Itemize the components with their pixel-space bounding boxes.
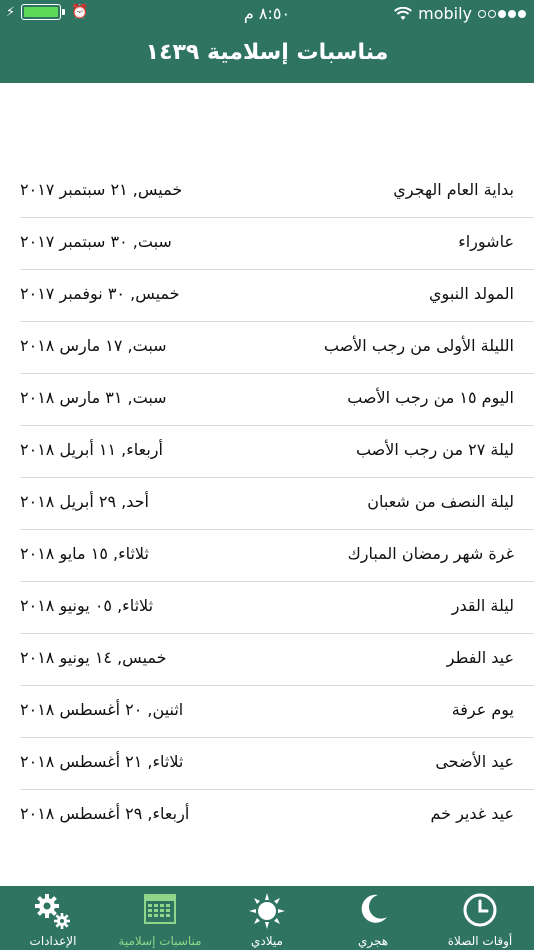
tab-label: هجري	[357, 934, 389, 948]
event-name: المولد النبوي	[429, 284, 514, 303]
events-list: بداية العام الهجري خميس, ٢١ سبتمبر ٢٠١٧ ع…	[0, 166, 534, 842]
tab-label: ميلادي	[251, 934, 283, 948]
event-date: أربعاء, ٢٩ أغسطس ٢٠١٨	[20, 804, 190, 823]
event-name: يوم عرفة	[451, 700, 514, 719]
list-item[interactable]: ليلة القدر ثلاثاء, ٠٥ يونيو ٢٠١٨	[20, 582, 534, 634]
event-name: عاشوراء	[458, 232, 514, 251]
page-title: مناسبات إسلامية ١٤٣٩	[145, 40, 389, 65]
event-name: عيد غدير خم	[430, 804, 514, 823]
tab-hijri[interactable]: هجري	[323, 886, 423, 950]
event-date: ثلاثاء, ٠٥ يونيو ٢٠١٨	[20, 596, 154, 615]
sun-icon	[249, 893, 285, 929]
list-item[interactable]: ليلة ٢٧ من رجب الأصب أربعاء, ١١ أبريل ٢٠١…	[20, 426, 534, 478]
tab-label: مناسبات إسلامية	[118, 934, 202, 948]
event-date: سبت, ٣١ مارس ٢٠١٨	[20, 388, 167, 407]
event-name: غرة شهر رمضان المبارك	[347, 544, 514, 563]
tab-gregorian[interactable]: ميلادي	[217, 886, 317, 950]
list-item[interactable]: عاشوراء سبت, ٣٠ سبتمبر ٢٠١٧	[20, 218, 534, 270]
event-date: أربعاء, ١١ أبريل ٢٠١٨	[20, 440, 163, 459]
event-date: اثنين, ٢٠ أغسطس ٢٠١٨	[20, 700, 184, 719]
tab-bar: الإعدادات مناسبات إسلامية ميلادي هجري أو…	[0, 886, 534, 950]
tab-label: الإعدادات	[29, 934, 77, 948]
event-date: سبت, ١٧ مارس ٢٠١٨	[20, 336, 167, 355]
event-date: ثلاثاء, ٢١ أغسطس ٢٠١٨	[20, 752, 184, 771]
tab-islamic-occasions[interactable]: مناسبات إسلامية	[110, 886, 210, 950]
list-item[interactable]: المولد النبوي خميس, ٣٠ نوفمبر ٢٠١٧	[20, 270, 534, 322]
event-name: الليلة الأولى من رجب الأصب	[323, 336, 514, 355]
event-name: عيد الأضحى	[435, 752, 514, 771]
list-item[interactable]: بداية العام الهجري خميس, ٢١ سبتمبر ٢٠١٧	[20, 166, 534, 218]
event-date: سبت, ٣٠ سبتمبر ٢٠١٧	[20, 232, 172, 251]
list-item[interactable]: الليلة الأولى من رجب الأصب سبت, ١٧ مارس ٢…	[20, 322, 534, 374]
list-item[interactable]: اليوم ١٥ من رجب الأصب سبت, ٣١ مارس ٢٠١٨	[20, 374, 534, 426]
event-date: خميس, ٢١ سبتمبر ٢٠١٧	[20, 180, 183, 199]
list-item[interactable]: غرة شهر رمضان المبارك ثلاثاء, ١٥ مايو ٢٠١…	[20, 530, 534, 582]
status-bar: ⚡ ⏰ ٨:٥٠ م mobily	[0, 0, 534, 28]
event-date: خميس, ١٤ يونيو ٢٠١٨	[20, 648, 167, 667]
calendar-icon	[144, 894, 176, 924]
gear-icon	[35, 894, 70, 929]
list-item[interactable]: ليلة النصف من شعبان أحد, ٢٩ أبريل ٢٠١٨	[20, 478, 534, 530]
tab-prayer-times[interactable]: أوقات الصلاة	[430, 886, 530, 950]
event-name: ليلة ٢٧ من رجب الأصب	[355, 440, 514, 459]
event-name: بداية العام الهجري	[393, 180, 514, 199]
event-name: عيد الفطر	[446, 648, 514, 667]
event-name: ليلة القدر	[451, 596, 514, 615]
tab-settings[interactable]: الإعدادات	[3, 886, 103, 950]
event-date: خميس, ٣٠ نوفمبر ٢٠١٧	[20, 284, 180, 303]
event-date: أحد, ٢٩ أبريل ٢٠١٨	[20, 492, 149, 511]
tab-label: أوقات الصلاة	[447, 934, 513, 948]
event-name: اليوم ١٥ من رجب الأصب	[347, 388, 514, 407]
list-item[interactable]: يوم عرفة اثنين, ٢٠ أغسطس ٢٠١٨	[20, 686, 534, 738]
list-item[interactable]: عيد غدير خم أربعاء, ٢٩ أغسطس ٢٠١٨	[20, 790, 534, 842]
moon-icon	[361, 894, 387, 923]
wifi-icon	[394, 6, 412, 20]
list-item[interactable]: عيد الأضحى ثلاثاء, ٢١ أغسطس ٢٠١٨	[20, 738, 534, 790]
carrier-name: mobily	[418, 4, 472, 23]
list-item[interactable]: عيد الفطر خميس, ١٤ يونيو ٢٠١٨	[20, 634, 534, 686]
event-date: ثلاثاء, ١٥ مايو ٢٠١٨	[20, 544, 149, 563]
header-bar: ⚡ ⏰ ٨:٥٠ م mobily مناسبات إسلامية ١٤٣٩	[0, 0, 534, 83]
event-name: ليلة النصف من شعبان	[367, 492, 514, 511]
clock-icon	[463, 893, 497, 927]
signal-strength-icon	[478, 9, 526, 18]
